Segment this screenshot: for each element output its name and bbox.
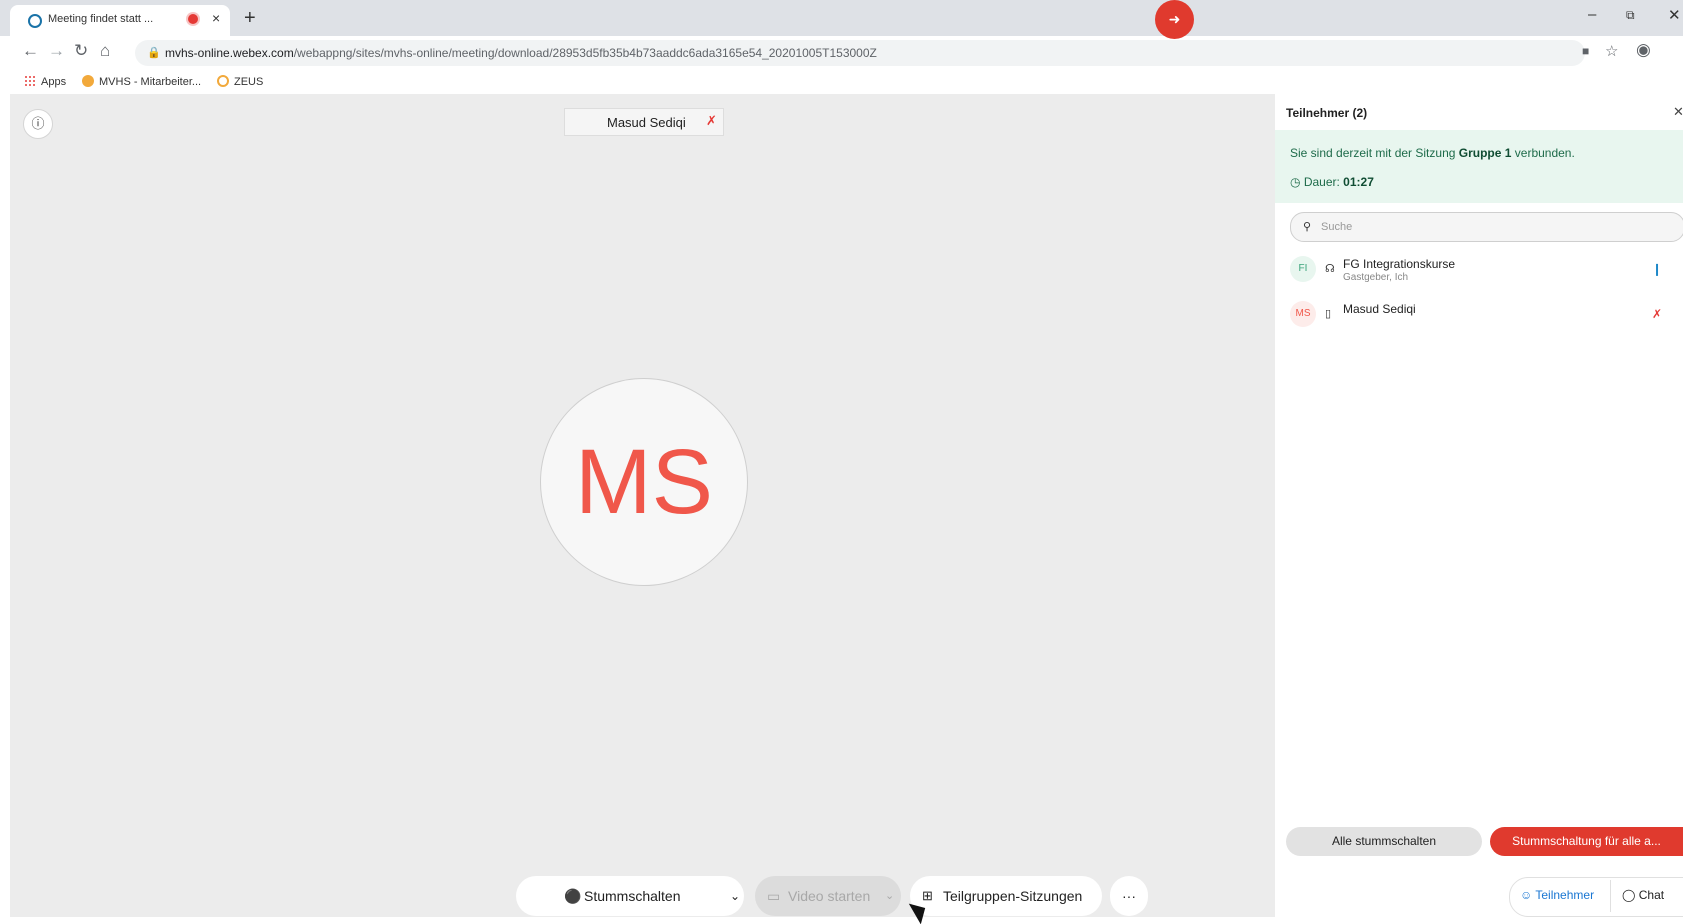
url-text: mvhs-online.webex.com/webappng/sites/mvh… — [165, 46, 877, 60]
chevron-down-icon[interactable]: ⌄ — [730, 876, 740, 916]
lock-icon: 🔒 — [147, 47, 161, 59]
forward-arrow-icon[interactable]: → — [48, 41, 65, 61]
chat-bubble-icon: ◯ — [1622, 888, 1639, 902]
duration-text: ◷ Dauer: 01:27 — [1290, 175, 1374, 189]
mute-label: Stummschalten — [584, 888, 681, 904]
speaker-name: Masud Sediqi — [607, 115, 686, 130]
window-close-icon[interactable]: ✕ — [1668, 6, 1681, 24]
mic-muted-icon[interactable]: ✗ — [1652, 307, 1662, 321]
menu-icon[interactable]: ⋮ — [1676, 40, 1683, 60]
bookmark-apps[interactable]: Apps — [24, 75, 66, 88]
search-placeholder: Suche — [1321, 221, 1353, 233]
session-suffix: verbunden. — [1511, 146, 1575, 160]
session-prefix: Sie sind derzeit mit der Sitzung — [1290, 146, 1459, 160]
duration-value: 01:27 — [1343, 175, 1374, 189]
bookmark-label: Apps — [41, 76, 67, 88]
reload-icon[interactable]: ↻ — [74, 41, 88, 61]
bookmark-zeus[interactable]: ZEUS — [217, 75, 263, 88]
person-icon: ☺ — [1520, 888, 1536, 902]
participant-avatar: MS — [540, 378, 748, 586]
leave-meeting-button[interactable]: ➜ — [1155, 0, 1194, 39]
start-video-button[interactable]: ▭ Video starten ⌄ — [755, 876, 901, 916]
back-arrow-icon[interactable]: ← — [22, 41, 39, 61]
restore-icon[interactable]: ⧉ — [1626, 8, 1635, 23]
chevron-down-icon[interactable]: ⌄ — [885, 876, 894, 916]
camera-icon[interactable]: ■ — [1582, 44, 1589, 58]
new-tab-button[interactable]: + — [244, 7, 256, 30]
headset-icon: ☊ — [1325, 263, 1335, 275]
participant-avatar-small: FI — [1290, 256, 1316, 282]
zeus-icon — [217, 75, 229, 87]
search-icon: ⚲ — [1303, 221, 1312, 233]
microphone-icon: ⚫ — [564, 888, 582, 904]
bookmarks-bar: Apps MVHS - Mitarbeiter... ZEUS — [0, 70, 1683, 94]
unmute-all-button[interactable]: Stummschaltung für alle a... — [1490, 827, 1683, 856]
microphone-icon[interactable]: ❙ — [1652, 262, 1662, 276]
bookmark-label: ZEUS — [234, 76, 264, 88]
session-name: Gruppe 1 — [1458, 146, 1512, 160]
info-icon[interactable]: ⓘ — [23, 109, 53, 139]
participant-row[interactable]: MS ▯ Masud Sediqi ✗ — [1290, 299, 1683, 339]
browser-tab[interactable]: Meeting findet statt ... × — [10, 5, 230, 36]
session-info-box — [1275, 130, 1683, 203]
minimize-icon[interactable]: – — [1588, 6, 1596, 23]
bookmark-mvhs[interactable]: MVHS - Mitarbeiter... — [82, 75, 201, 88]
tab-title: Meeting findet statt ... — [48, 13, 154, 25]
video-off-icon: ▭ — [767, 888, 781, 904]
video-label: Video starten — [788, 888, 871, 904]
apps-grid-icon — [24, 75, 36, 87]
leave-icon: ➜ — [1168, 11, 1181, 27]
tab-participants-label: Teilnehmer — [1535, 888, 1595, 902]
clock-icon: ◷ — [1290, 175, 1304, 189]
participant-search-input[interactable]: ⚲ Suche — [1290, 212, 1683, 242]
tab-close-icon[interactable]: × — [212, 10, 220, 26]
phone-icon: ▯ — [1325, 308, 1332, 320]
breakout-label: Teilgruppen-Sitzungen — [943, 888, 1083, 904]
star-icon[interactable]: ☆ — [1605, 42, 1618, 60]
address-bar[interactable]: 🔒 mvhs-online.webex.com/webappng/sites/m… — [135, 40, 1585, 66]
mvhs-icon — [82, 75, 94, 87]
participant-role: Gastgeber, Ich — [1343, 272, 1409, 283]
duration-label: Dauer: — [1303, 175, 1344, 189]
webex-favicon-icon — [28, 14, 42, 28]
bookmark-label: MVHS - Mitarbeiter... — [99, 76, 202, 88]
panel-close-icon[interactable]: ✕ — [1673, 104, 1683, 120]
recording-icon — [188, 14, 198, 24]
more-options-button[interactable]: ··· — [1110, 876, 1148, 916]
profile-icon[interactable]: ◉ — [1636, 40, 1651, 60]
breakout-sessions-button[interactable]: ⊞ Teilgruppen-Sitzungen — [910, 876, 1102, 916]
participant-name: Masud Sediqi — [1343, 302, 1416, 316]
url-host: mvhs-online.webex.com — [165, 46, 294, 60]
panel-title: Teilnehmer (2) — [1286, 106, 1368, 120]
tab-chat[interactable]: ◯ Chat — [1622, 888, 1664, 902]
participant-row[interactable]: FI ☊ FG Integrationskurse Gastgeber, Ich… — [1290, 254, 1683, 294]
session-status-text: Sie sind derzeit mit der Sitzung Gruppe … — [1290, 146, 1575, 160]
home-icon[interactable]: ⌂ — [100, 41, 110, 61]
participant-name: FG Integrationskurse — [1343, 257, 1456, 271]
mute-all-button[interactable]: Alle stummschalten — [1286, 827, 1482, 856]
tab-chat-label: Chat — [1638, 888, 1665, 902]
mute-button[interactable]: ⚫ Stummschalten ⌄ — [516, 876, 744, 916]
participant-avatar-small: MS — [1290, 301, 1316, 327]
mic-muted-icon: ✗ — [706, 113, 717, 128]
tab-divider — [1610, 880, 1611, 912]
speaker-name-chip: Masud Sediqi ✗ — [564, 108, 724, 136]
tab-participants[interactable]: ☺ Teilnehmer — [1520, 888, 1594, 902]
url-path: /webappng/sites/mvhs-online/meeting/down… — [293, 46, 877, 60]
